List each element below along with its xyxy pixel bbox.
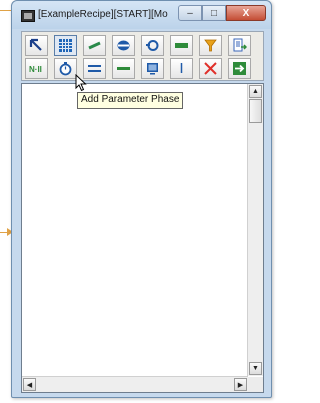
link-tool-button[interactable] xyxy=(83,35,106,56)
pointer-arrow-icon xyxy=(29,38,42,51)
recipe-canvas[interactable]: ▲ ▼ ◀ ▶ xyxy=(21,83,264,393)
timer-tool-button[interactable] xyxy=(54,58,77,79)
scrollbar-corner xyxy=(248,377,263,392)
add-parameter-phase-button[interactable] xyxy=(54,35,77,56)
null-phase-tool-button[interactable]: N·II xyxy=(25,58,48,79)
vertical-scrollbar[interactable]: ▲ ▼ xyxy=(247,84,263,376)
divergence-icon xyxy=(117,67,130,70)
tool-palette: N·II xyxy=(21,31,264,81)
vertical-scroll-thumb[interactable] xyxy=(249,99,262,123)
export-tool-button[interactable] xyxy=(228,35,251,56)
scroll-down-button[interactable]: ▼ xyxy=(249,362,262,375)
tooltip-add-parameter-phase: Add Parameter Phase xyxy=(77,92,184,109)
mouse-cursor-icon xyxy=(75,74,87,92)
arrow-down-icon xyxy=(180,63,183,73)
scroll-right-button[interactable]: ▶ xyxy=(234,378,247,391)
pointer-tool-button[interactable] xyxy=(25,35,48,56)
divergence-tool-button[interactable] xyxy=(112,58,135,79)
enter-green-arrow-icon xyxy=(233,62,246,75)
document-export-icon xyxy=(233,38,247,52)
delete-tool-button[interactable] xyxy=(199,58,222,79)
enter-tool-button[interactable] xyxy=(228,58,251,79)
scroll-up-button[interactable]: ▲ xyxy=(249,85,262,98)
scroll-left-button[interactable]: ◀ xyxy=(23,378,36,391)
app-icon[interactable] xyxy=(21,10,35,22)
move-down-tool-button[interactable] xyxy=(170,58,193,79)
close-button[interactable]: X xyxy=(226,5,266,21)
filter-tool-button[interactable] xyxy=(199,35,222,56)
loop-icon xyxy=(146,40,159,51)
title-bar[interactable]: [ExampleRecipe][START][Mo... – □ X xyxy=(12,1,271,29)
window-controls: – □ X xyxy=(178,5,266,21)
timer-stopwatch-icon xyxy=(59,62,72,76)
delete-x-icon xyxy=(204,62,217,75)
loop-tool-button[interactable] xyxy=(141,35,164,56)
recipe-editor-window: [ExampleRecipe][START][Mo... – □ X N·II … xyxy=(11,0,272,398)
link-line-icon xyxy=(88,41,101,50)
svg-text:N·II: N·II xyxy=(29,65,42,74)
transition-bar-icon xyxy=(175,43,188,48)
filter-funnel-icon xyxy=(204,39,217,52)
null-phase-icon: N·II xyxy=(29,65,42,74)
maximize-button[interactable]: □ xyxy=(202,5,226,21)
step-oval-icon xyxy=(117,40,130,51)
monitor-tool-button[interactable] xyxy=(141,58,164,79)
transition-tool-button[interactable] xyxy=(170,35,193,56)
window-title: [ExampleRecipe][START][Mo... xyxy=(38,9,168,20)
step-tool-button[interactable] xyxy=(112,35,135,56)
minimize-button[interactable]: – xyxy=(178,5,202,21)
horizontal-scrollbar[interactable]: ◀ ▶ xyxy=(22,376,248,392)
monitor-icon xyxy=(147,63,158,75)
parameter-phase-grid-icon xyxy=(59,39,72,52)
parallel-bars-icon xyxy=(88,65,101,72)
